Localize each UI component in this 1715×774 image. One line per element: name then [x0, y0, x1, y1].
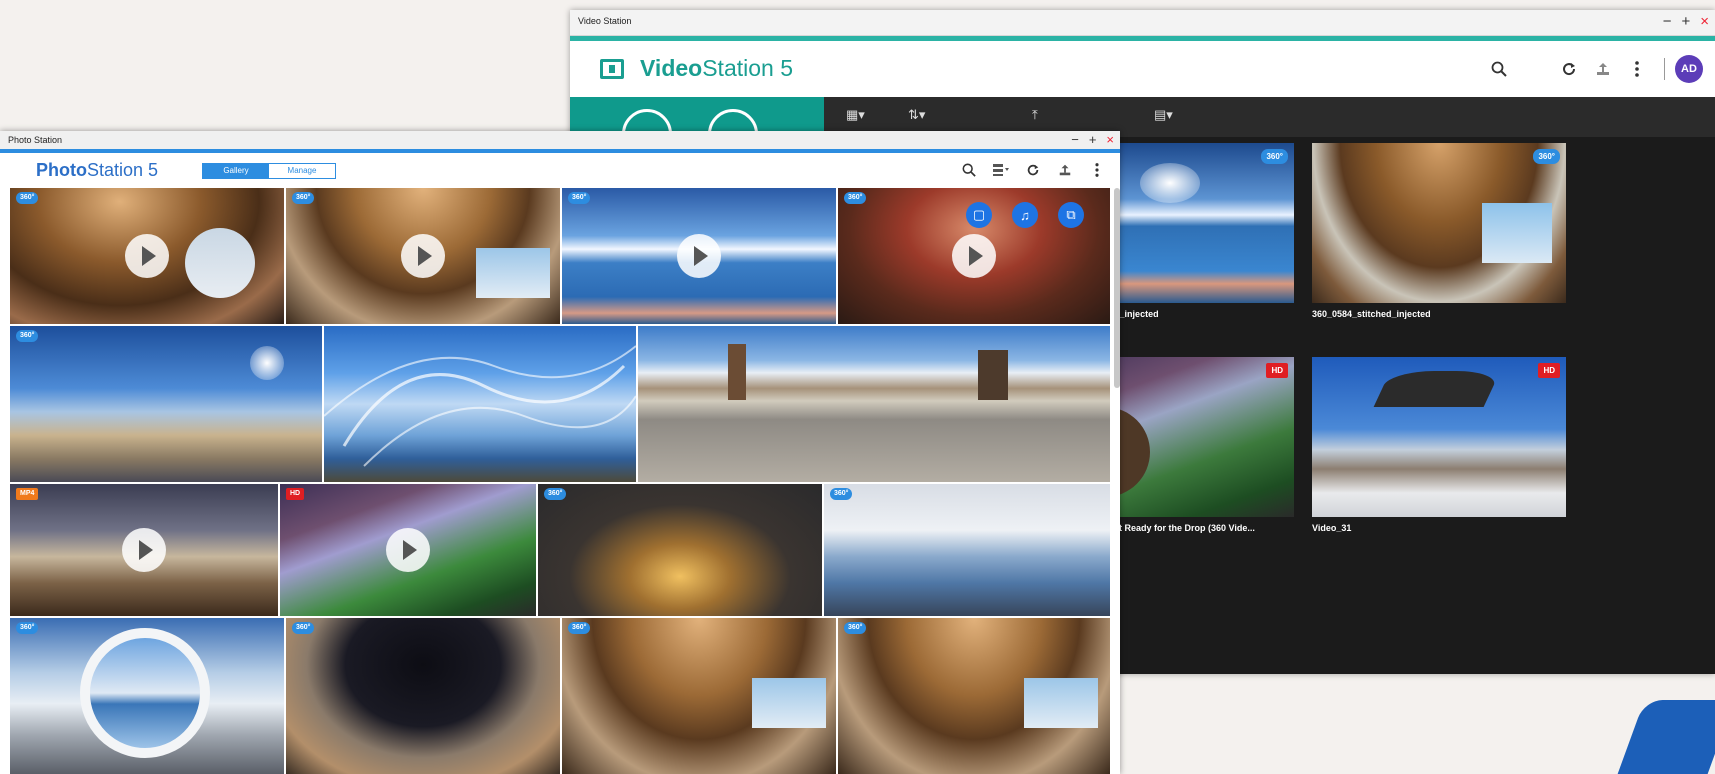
photo-tile[interactable]: 360° — [562, 618, 836, 774]
video-badge: 360° — [1261, 149, 1288, 164]
tab-gallery[interactable]: Gallery — [203, 164, 269, 178]
video-badge: HD — [1266, 363, 1288, 378]
photo-tile[interactable]: HD — [280, 484, 536, 616]
photo-tile[interactable]: 360° — [538, 484, 822, 616]
corner-decoration — [1615, 700, 1715, 774]
list-options-icon[interactable]: ▤▾ — [1154, 107, 1173, 123]
maximize-icon[interactable]: + — [1089, 131, 1097, 149]
upload-icon[interactable] — [1586, 55, 1620, 83]
more-icon[interactable] — [1620, 55, 1654, 83]
music-icon[interactable]: ♫ — [1012, 202, 1038, 228]
media-badge: 360° — [830, 488, 853, 500]
play-icon[interactable] — [386, 528, 430, 572]
refresh-icon[interactable] — [1020, 159, 1046, 181]
play-icon[interactable] — [122, 528, 166, 572]
media-badge: 360° — [16, 330, 39, 342]
vs-app-title: VideoStation 5 — [640, 55, 793, 82]
vs-video-list: 360° 360_0579_stitched_injected 360° 360… — [1030, 137, 1715, 674]
photo-tile[interactable] — [638, 326, 1110, 482]
photo-tile[interactable]: 360° — [824, 484, 1110, 616]
vs-window-controls: − + × — [1663, 13, 1709, 31]
media-badge: 360° — [544, 488, 567, 500]
maximize-icon[interactable]: + — [1681, 13, 1690, 31]
minimize-icon[interactable]: − — [1071, 131, 1079, 149]
slideshow-icon[interactable]: ▢ — [966, 202, 992, 228]
photo-grid: 360° 360° 360° 360° ▢ ♫ ⧉ 360° MP4 HD 36… — [10, 188, 1110, 774]
vs-logo-bold: Video — [640, 55, 703, 81]
photo-tile[interactable]: 360° ▢ ♫ ⧉ — [838, 188, 1110, 324]
copy-icon[interactable]: ⧉ — [1058, 202, 1084, 228]
vs-header-icons: AD — [1482, 55, 1703, 83]
vs-window-title: Video Station — [578, 16, 632, 26]
media-badge: 360° — [568, 622, 591, 634]
media-badge: HD — [286, 488, 305, 500]
sort-icon[interactable]: ⇅▾ — [908, 107, 925, 123]
video-badge: HD — [1538, 363, 1560, 378]
video-thumbnail[interactable]: HD — [1312, 357, 1566, 517]
view-mode-icon[interactable] — [988, 159, 1014, 181]
video-title: 360_0584_stitched_injected — [1312, 309, 1431, 319]
ps-window-controls: − + × — [1071, 131, 1114, 149]
upload-to-top-icon[interactable]: ⤒ — [1032, 107, 1038, 123]
header-divider — [1664, 58, 1665, 80]
ps-app-title: PhotoStation 5 — [36, 160, 158, 181]
video-card[interactable]: 360° 360_0584_stitched_injected — [1312, 143, 1566, 319]
photo-tile[interactable] — [324, 326, 636, 482]
play-icon[interactable] — [677, 234, 721, 278]
play-icon[interactable] — [125, 234, 169, 278]
photo-tile[interactable]: 360° — [10, 188, 284, 324]
photo-station-window: Photo Station − + × PhotoStation 5 Galle… — [0, 131, 1120, 774]
search-icon[interactable] — [956, 159, 982, 181]
grid-view-icon[interactable]: ▦▾ — [846, 107, 865, 123]
more-icon[interactable] — [1084, 159, 1110, 181]
photo-tile[interactable]: 360° — [10, 326, 322, 482]
media-badge: MP4 — [16, 488, 39, 500]
media-badge: 360° — [16, 622, 39, 634]
play-icon[interactable] — [401, 234, 445, 278]
close-icon[interactable]: × — [1106, 131, 1114, 149]
photo-tile[interactable]: 360° — [10, 618, 284, 774]
ps-header: PhotoStation 5 Gallery Manage — [0, 153, 1120, 187]
avatar[interactable]: AD — [1675, 55, 1703, 83]
video-thumbnail[interactable]: 360° — [1312, 143, 1566, 303]
tab-manage[interactable]: Manage — [269, 164, 335, 178]
photo-tile[interactable]: 360° — [286, 188, 560, 324]
vs-header: VideoStation 5 AD — [570, 41, 1715, 97]
vs-titlebar[interactable]: Video Station − + × — [570, 10, 1715, 36]
media-badge: 360° — [844, 622, 867, 634]
tile-quick-actions: ▢ ♫ ⧉ — [966, 202, 1084, 228]
video-title: Video_31 — [1312, 523, 1352, 533]
vs-logo-rest: Station 5 — [702, 55, 794, 81]
photo-tile[interactable]: MP4 — [10, 484, 278, 616]
media-badge: 360° — [292, 622, 315, 634]
upload-icon[interactable] — [1052, 159, 1078, 181]
video-station-logo-icon — [600, 59, 624, 79]
media-badge: 360° — [844, 192, 867, 204]
photo-tile[interactable]: 360° — [562, 188, 836, 324]
close-icon[interactable]: × — [1700, 13, 1709, 31]
minimize-icon[interactable]: − — [1663, 13, 1672, 31]
photo-tile[interactable]: 360° — [838, 618, 1110, 774]
play-icon[interactable] — [952, 234, 996, 278]
photo-tile[interactable]: 360° — [286, 618, 560, 774]
media-badge: 360° — [16, 192, 39, 204]
media-badge: 360° — [568, 192, 591, 204]
ps-window-title: Photo Station — [8, 135, 63, 145]
media-badge: 360° — [292, 192, 315, 204]
video-badge: 360° — [1533, 149, 1560, 164]
ps-logo-rest: Station 5 — [87, 160, 159, 180]
refresh-icon[interactable] — [1552, 55, 1586, 83]
video-card[interactable]: HD Video_31 — [1312, 357, 1566, 533]
ps-header-icons — [956, 159, 1110, 181]
ps-mode-tabs: Gallery Manage — [202, 163, 336, 179]
ps-logo-bold: Photo — [36, 160, 87, 180]
ps-scrollbar[interactable] — [1114, 188, 1120, 388]
ps-titlebar[interactable]: Photo Station − + × — [0, 131, 1120, 149]
search-icon[interactable] — [1482, 55, 1516, 83]
